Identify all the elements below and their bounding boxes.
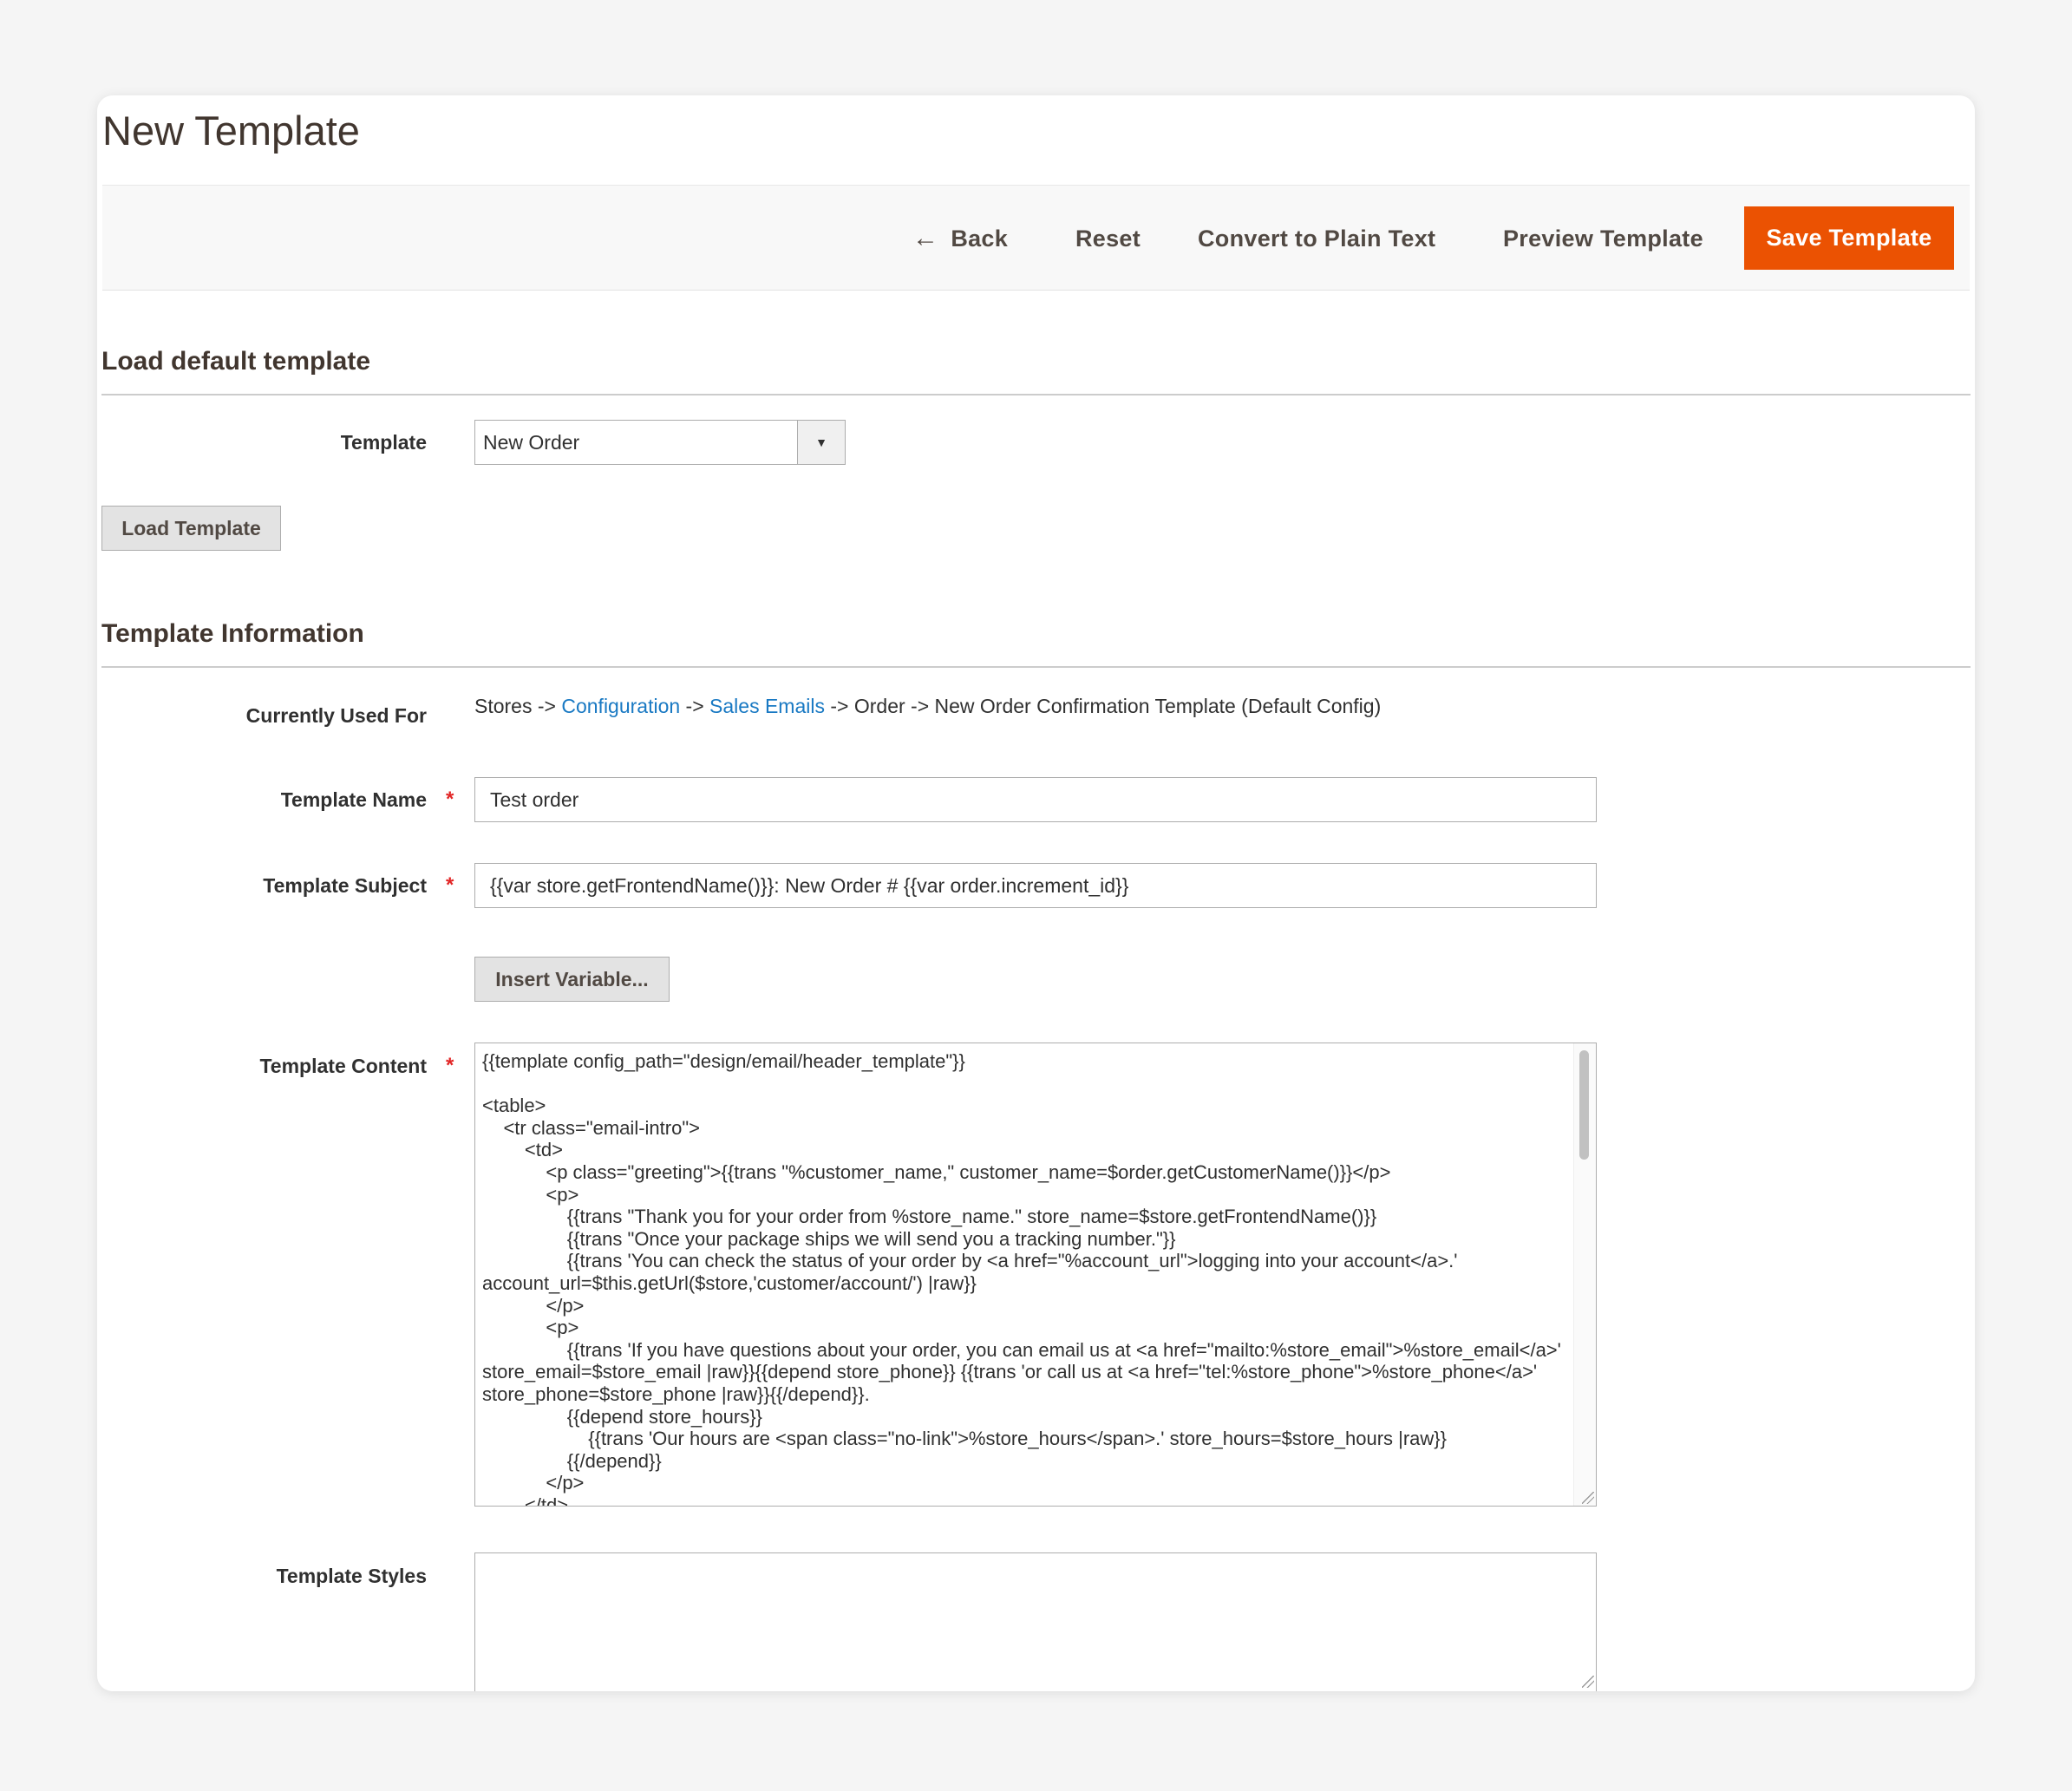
template-subject-input[interactable] <box>474 863 1597 908</box>
convert-to-plain-text-button[interactable]: Convert to Plain Text <box>1198 186 1435 291</box>
template-name-input[interactable] <box>474 777 1597 822</box>
template-styles-textarea[interactable] <box>474 1552 1597 1691</box>
load-template-button[interactable]: Load Template <box>101 506 281 551</box>
chevron-down-icon[interactable]: ▼ <box>797 421 845 464</box>
resize-handle-icon[interactable] <box>1582 1492 1594 1504</box>
currently-used-for-label: Currently Used For <box>245 704 427 727</box>
template-name-label: Template Name <box>280 788 427 811</box>
path-separator: -> <box>680 695 710 717</box>
section-divider <box>101 666 1971 668</box>
template-panel: New Template ← Back Reset Convert to Pla… <box>97 95 1975 1691</box>
page-actions-toolbar: ← Back Reset Convert to Plain Text Previ… <box>102 185 1970 291</box>
template-content-label: Template Content <box>259 1055 427 1077</box>
back-button[interactable]: ← Back <box>912 186 1008 291</box>
save-template-button[interactable]: Save Template <box>1744 206 1954 270</box>
currently-used-for-path: Stores -> Configuration -> Sales Emails … <box>474 693 1381 719</box>
template-content-textarea[interactable]: {{template config_path="design/email/hea… <box>474 1043 1597 1507</box>
insert-variable-button[interactable]: Insert Variable... <box>474 957 670 1002</box>
template-select[interactable]: New Order ▼ <box>474 420 846 465</box>
required-asterisk: * <box>446 873 454 897</box>
template-select-label: Template <box>340 431 427 454</box>
back-label: Back <box>951 225 1009 252</box>
resize-handle-icon[interactable] <box>1582 1676 1594 1688</box>
configuration-link[interactable]: Configuration <box>561 695 680 717</box>
template-subject-label: Template Subject <box>263 874 427 897</box>
textarea-scrollbar-thumb[interactable] <box>1579 1050 1589 1160</box>
section-divider <box>101 394 1971 395</box>
arrow-left-icon: ← <box>912 224 939 252</box>
used-for-stores: Stores <box>474 695 533 717</box>
page-title: New Template <box>102 108 360 154</box>
path-separator: -> <box>532 695 562 717</box>
load-default-template-heading: Load default template <box>101 347 371 376</box>
template-styles-label: Template Styles <box>276 1565 427 1587</box>
template-content-code[interactable]: {{template config_path="design/email/hea… <box>475 1043 1596 1506</box>
reset-button[interactable]: Reset <box>1075 186 1141 291</box>
used-for-rest: -> Order -> New Order Confirmation Templ… <box>824 695 1382 717</box>
required-asterisk: * <box>446 1054 454 1077</box>
sales-emails-link[interactable]: Sales Emails <box>709 695 825 717</box>
template-information-heading: Template Information <box>101 619 364 648</box>
template-styles-code[interactable] <box>475 1553 1596 1560</box>
template-select-value: New Order <box>483 430 580 454</box>
preview-template-button[interactable]: Preview Template <box>1503 186 1703 291</box>
required-asterisk: * <box>446 788 454 811</box>
